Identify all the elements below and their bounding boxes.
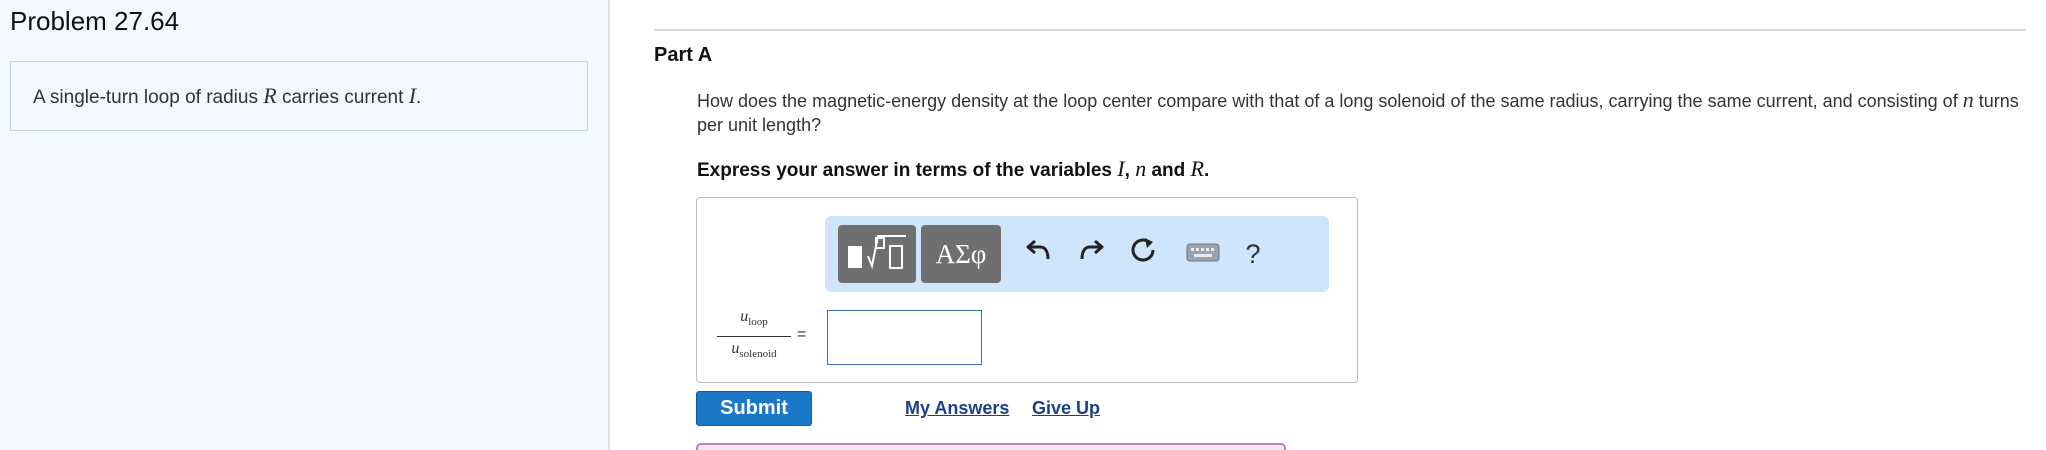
numerator-subscript: loop bbox=[748, 316, 768, 328]
submit-button[interactable]: Submit bbox=[696, 391, 812, 426]
instruction-text-part: . bbox=[1203, 160, 1210, 181]
equals-sign: = bbox=[797, 326, 807, 343]
question-panel: Part A How does the magnetic-energy dens… bbox=[612, 0, 2046, 450]
answer-editor: ΑΣφ ? uloop usolenoid = bbox=[696, 197, 1358, 383]
feedback-box bbox=[696, 443, 1286, 450]
redo-icon bbox=[1078, 237, 1104, 271]
keyboard-icon bbox=[1186, 237, 1220, 271]
undo-button[interactable] bbox=[1015, 225, 1063, 283]
templates-button[interactable] bbox=[838, 225, 916, 283]
radius-variable: R bbox=[263, 83, 277, 108]
variable-n: n bbox=[1135, 156, 1147, 181]
mastering-physics-page: Problem 27.64 A single-turn loop of radi… bbox=[0, 0, 2046, 450]
statement-text-part: . bbox=[416, 87, 422, 108]
answer-label-fraction: uloop usolenoid bbox=[713, 308, 795, 364]
give-up-link[interactable]: Give Up bbox=[1032, 398, 1100, 419]
reset-button[interactable] bbox=[1119, 225, 1167, 283]
instruction-text-part: , bbox=[1124, 160, 1136, 181]
templates-icon bbox=[846, 232, 908, 277]
question-text-part: How does the magnetic-energy density at … bbox=[697, 91, 1963, 111]
current-variable: I bbox=[408, 83, 417, 108]
statement-text: A single-turn loop of radius R carries c… bbox=[33, 83, 421, 109]
fraction-numerator: uloop bbox=[713, 308, 795, 328]
part-divider bbox=[654, 29, 2026, 31]
statement-text-part: A single-turn loop of radius bbox=[33, 87, 264, 108]
keyboard-button[interactable] bbox=[1179, 225, 1227, 283]
instruction-text-part: and bbox=[1146, 160, 1191, 181]
n-variable: n bbox=[1962, 87, 1974, 112]
reset-icon bbox=[1129, 236, 1157, 272]
undo-icon bbox=[1026, 237, 1052, 271]
instruction-text-part: Express your answer in terms of the vari… bbox=[697, 160, 1118, 181]
fraction-bar bbox=[717, 336, 791, 337]
math-toolbar: ΑΣφ ? bbox=[825, 216, 1329, 292]
problem-context-panel: Problem 27.64 A single-turn loop of radi… bbox=[0, 0, 610, 450]
answer-input[interactable] bbox=[827, 310, 982, 365]
question-text: How does the magnetic-energy density at … bbox=[697, 88, 2032, 137]
part-title: Part A bbox=[654, 44, 713, 66]
fraction-denominator: usolenoid bbox=[713, 340, 795, 360]
variable-r: R bbox=[1190, 156, 1204, 181]
help-button[interactable]: ? bbox=[1229, 225, 1277, 283]
statement-text-part: carries current bbox=[276, 87, 409, 108]
symbols-button[interactable]: ΑΣφ bbox=[921, 225, 1001, 283]
my-answers-link[interactable]: My Answers bbox=[905, 398, 1009, 419]
redo-button[interactable] bbox=[1067, 225, 1115, 283]
problem-title: Problem 27.64 bbox=[10, 6, 180, 36]
denominator-subscript: solenoid bbox=[739, 348, 777, 360]
variable-i: I bbox=[1117, 156, 1125, 181]
answer-instruction: Express your answer in terms of the vari… bbox=[697, 156, 1209, 182]
problem-statement-box: A single-turn loop of radius R carries c… bbox=[10, 61, 588, 131]
